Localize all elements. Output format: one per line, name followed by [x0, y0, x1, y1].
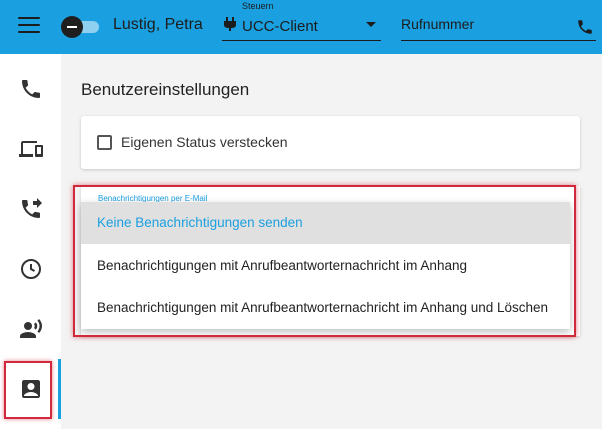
clock-icon [20, 259, 41, 279]
voice-icon [19, 319, 42, 338]
sidebar [0, 54, 61, 429]
control-device-label: Steuern [242, 1, 274, 11]
sidebar-item-devices[interactable] [0, 119, 61, 179]
top-bar: Lustig, Petra Steuern UCC-Client Rufnumm… [0, 0, 602, 54]
control-device-value: UCC-Client [242, 18, 318, 35]
user-name: Lustig, Petra [113, 16, 203, 33]
hide-status-label: Eigenen Status verstecken [121, 134, 288, 150]
hamburger-icon[interactable] [18, 17, 40, 35]
dropdown-option[interactable]: Benachrichtigungen mit Anrufbeantwortern… [81, 287, 570, 329]
sidebar-item-forwarding[interactable] [0, 179, 61, 239]
plug-icon [224, 17, 236, 31]
phone-icon[interactable] [576, 18, 594, 36]
chevron-down-icon [366, 22, 376, 27]
phone-icon [21, 80, 40, 98]
page-title: Benutzereinstellungen [81, 80, 250, 99]
phone-number-placeholder: Rufnummer [401, 16, 475, 32]
sidebar-item-calls[interactable] [0, 59, 61, 119]
sidebar-item-history[interactable] [0, 239, 61, 299]
control-device-select[interactable]: Steuern UCC-Client [222, 1, 381, 41]
sidebar-item-voicemail[interactable] [0, 299, 61, 359]
sidebar-item-user-settings[interactable] [0, 359, 61, 419]
email-notification-dropdown[interactable]: Keine Benachrichtigungen senden Benachri… [81, 202, 570, 329]
presence-toggle[interactable] [61, 16, 99, 38]
dropdown-option[interactable]: Benachrichtigungen mit Anrufbeantwortern… [81, 245, 570, 287]
dropdown-option[interactable]: Keine Benachrichtigungen senden [81, 202, 570, 244]
phone-number-input[interactable]: Rufnummer [401, 7, 596, 41]
hide-status-checkbox[interactable] [97, 135, 112, 150]
call-forward-icon [21, 198, 42, 218]
settings-card: Eigenen Status verstecken [81, 116, 580, 169]
devices-icon [18, 141, 43, 157]
